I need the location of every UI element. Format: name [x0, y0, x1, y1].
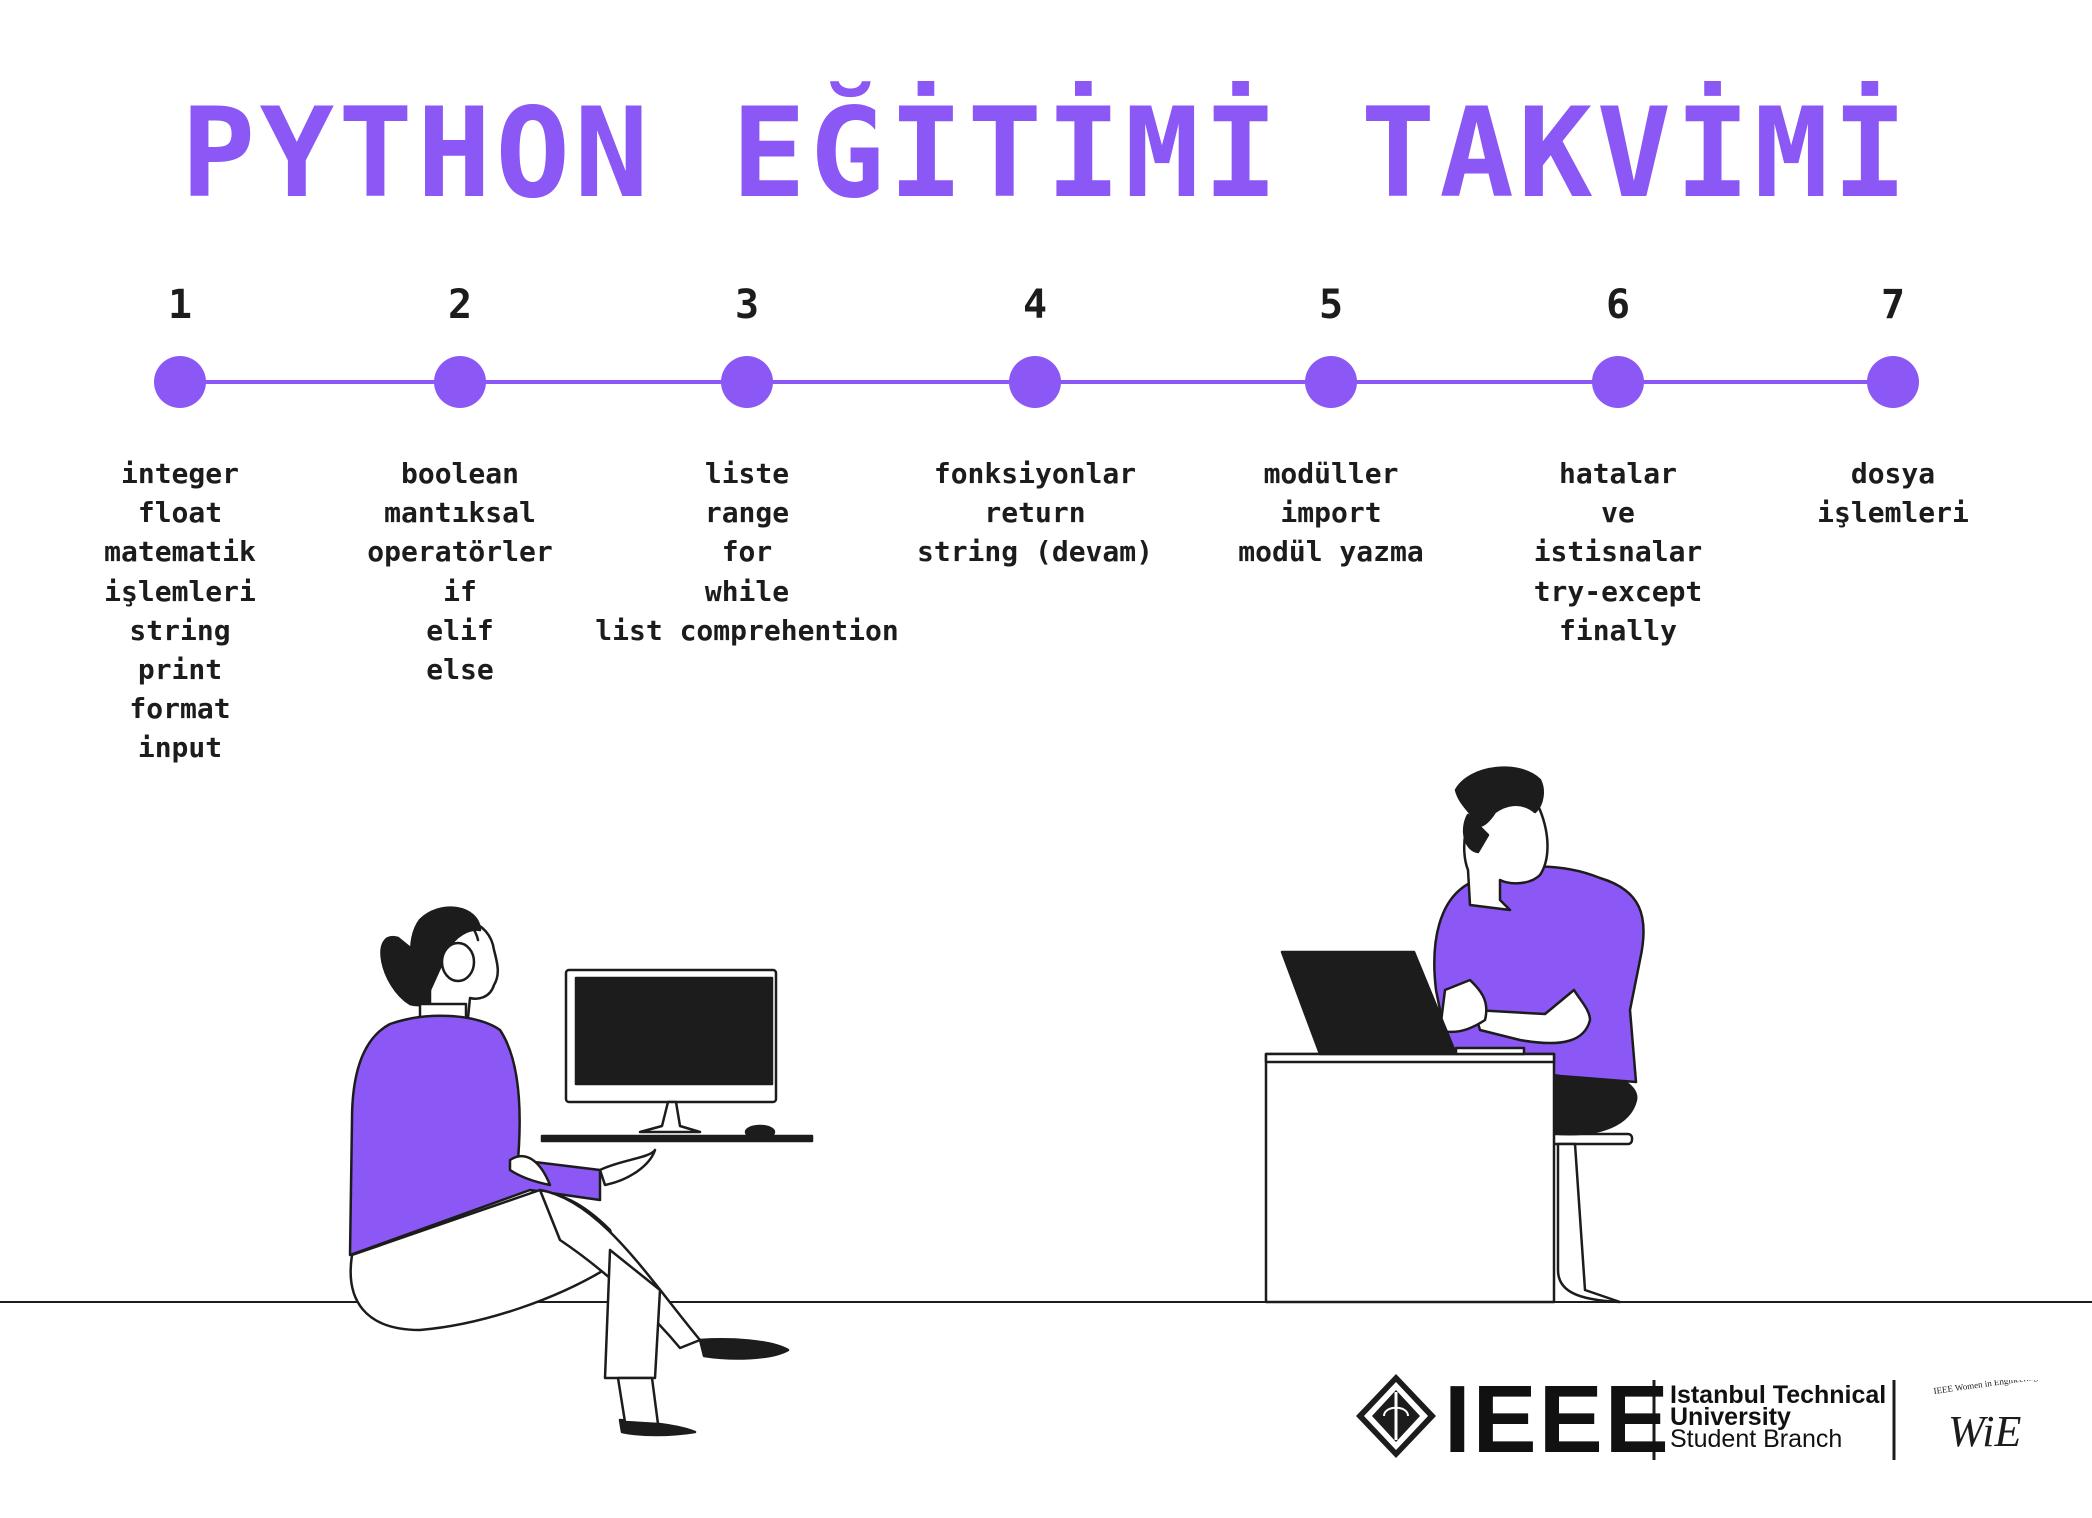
timeline-dot — [1305, 356, 1357, 408]
step-topic: else — [426, 653, 494, 687]
step-number: 4 — [1022, 282, 1048, 328]
step-topics: modüller import modül yazma — [1166, 454, 1496, 572]
step-topic: format — [129, 692, 231, 726]
wie-logo-arc-text: IEEE Women in Engineering — [1933, 1380, 2039, 1396]
timeline-dot — [1592, 356, 1644, 408]
step-topics: boolean mantıksal operatörler if elif else — [295, 454, 625, 689]
step-topic: fonksiyonlar — [933, 457, 1137, 490]
step-topic: try-except — [1533, 574, 1703, 608]
step-topic: return — [984, 496, 1086, 530]
step-number: 7 — [1880, 282, 1906, 328]
step-number: 3 — [734, 282, 760, 328]
ieee-logo-mark — [1356, 1374, 1436, 1458]
step-topic: range — [704, 496, 790, 530]
wie-logo: IEEE Women in Engineering WiE — [1933, 1380, 2039, 1456]
man-illustration — [1264, 766, 1645, 1304]
step-number: 1 — [167, 282, 193, 328]
step-topic: finally — [1558, 613, 1677, 647]
page-title: PYTHON EĞİTİMİ TAKVİMİ — [180, 82, 1912, 226]
branch-line: Student Branch — [1670, 1425, 1843, 1453]
step-number: 5 — [1318, 282, 1344, 328]
wie-logo-mark: WiE — [1948, 1407, 2021, 1456]
timeline-dot — [1867, 356, 1919, 408]
step-number: 6 — [1605, 282, 1631, 328]
step-topic: import — [1280, 496, 1382, 530]
timeline-dot — [434, 356, 486, 408]
step-topic: input — [137, 731, 223, 765]
step-topic: dosya — [1850, 457, 1936, 490]
timeline-dot — [154, 356, 206, 408]
step-topics: dosya işlemleri — [1728, 454, 2058, 532]
step-topic: string (devam) — [916, 535, 1153, 569]
step-number: 2 — [447, 282, 473, 328]
step-topic: istisnalar — [1533, 535, 1703, 569]
woman-illustration — [348, 906, 814, 1437]
step-topic: if — [443, 574, 477, 608]
step-topic: operatörler — [367, 535, 553, 569]
step-topic: liste — [704, 457, 790, 490]
step-topics: liste range for while list comprehention — [582, 454, 912, 650]
step-topic: elif — [426, 613, 494, 647]
timeline-dot — [1009, 356, 1061, 408]
step-topic: modül yazma — [1238, 535, 1424, 569]
timeline-dot — [721, 356, 773, 408]
step-topic: boolean — [400, 457, 519, 490]
step-topic: for — [721, 535, 773, 569]
branch-name: Istanbul Technical University Student Br… — [1670, 1383, 1886, 1453]
step-topic: list comprehention — [595, 613, 899, 647]
step-topic: mantıksal — [384, 496, 536, 530]
step-topic: modüller — [1263, 457, 1399, 490]
step-topics: fonksiyonlar return string (devam) — [870, 454, 1200, 572]
step-topic: işlemleri — [1817, 496, 1969, 530]
step-topic: while — [704, 574, 790, 608]
ieee-wordmark: IEEE — [1444, 1366, 1671, 1473]
